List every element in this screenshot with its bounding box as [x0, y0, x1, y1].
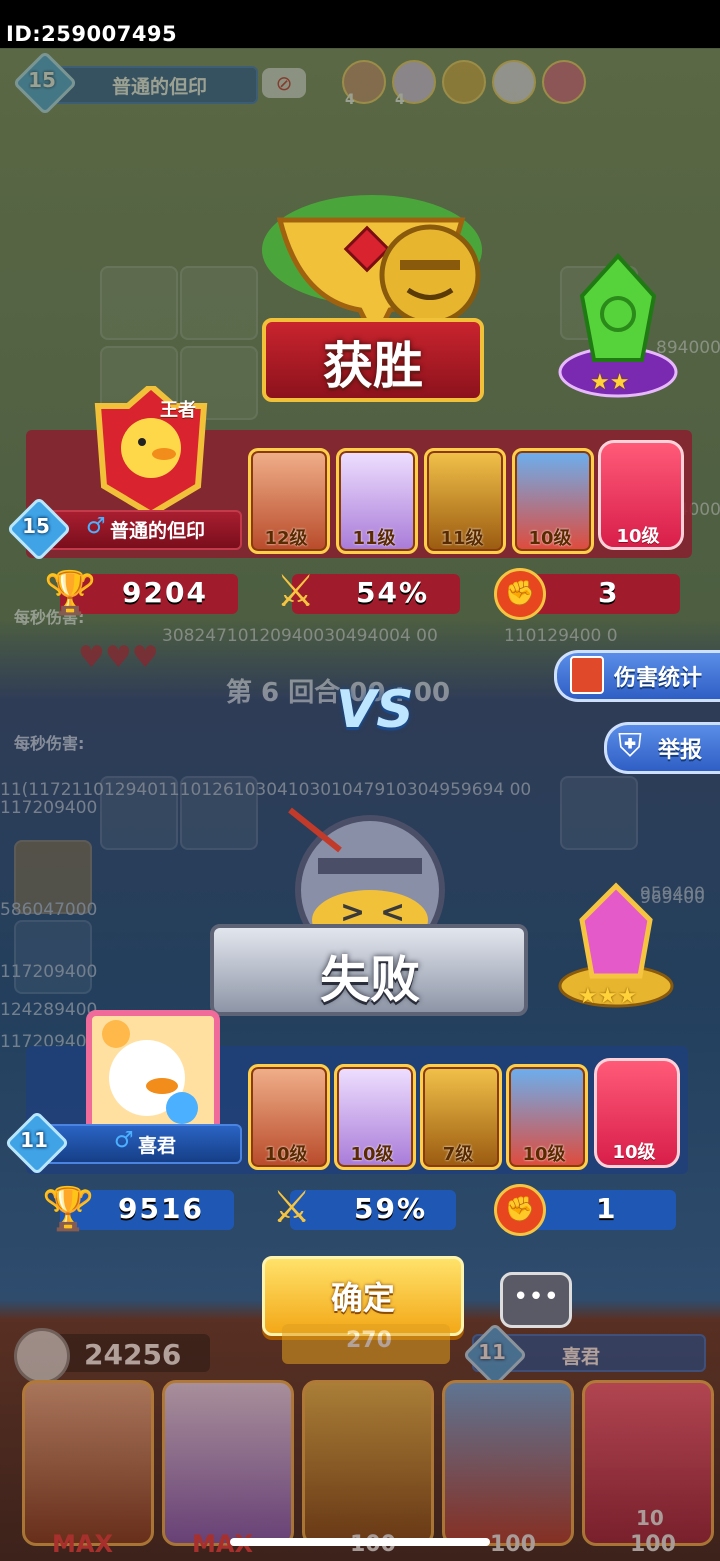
hero-level: 10级 [350, 1144, 394, 1165]
defeat-title: 失败 [320, 951, 420, 1009]
opponent-level: 11 [478, 1340, 506, 1364]
loser-winrate: 59% [354, 1192, 428, 1225]
hero-level: 10级 [612, 1142, 656, 1163]
bottom-hud: 24256 270 11 喜君 MAX MAX 100 100 100 10 [0, 1320, 720, 1561]
swords-icon: ⚔ [272, 1182, 312, 1233]
confirm-label: 确定 [330, 1279, 395, 1317]
gem-stars: ★★ [590, 370, 630, 395]
shield-icon: ⛨ [618, 726, 643, 764]
winner-trophies: 9204 [122, 576, 208, 609]
hero-level: 7级 [442, 1144, 474, 1165]
hero-level: 10级 [264, 1144, 308, 1165]
deck-card [22, 1380, 154, 1546]
card-cost: 100 [490, 1532, 536, 1557]
fist-badge-icon: ✊ [494, 1184, 546, 1236]
vs-label: VS [336, 680, 414, 740]
loser-wins: 1 [596, 1192, 618, 1225]
player-id-label: ID:259007495 [6, 22, 178, 46]
report-label: 举报 [658, 738, 703, 763]
hero-level: 10级 [528, 528, 572, 549]
coin-count: 24256 [84, 1338, 182, 1371]
opponent-name: 喜君 [562, 1346, 601, 1368]
home-indicator [230, 1538, 490, 1546]
rank-badge-label: 王者 [160, 400, 196, 421]
coin-icon [14, 1328, 70, 1384]
card-badge: 10 [636, 1506, 664, 1530]
energy-count: 270 [346, 1328, 392, 1353]
trophy-icon: 🏆 [44, 568, 97, 617]
loser-name: 喜君 [138, 1135, 177, 1157]
male-icon: ♂ [86, 514, 106, 539]
deck-card [162, 1380, 294, 1546]
trophy-icon: 🏆 [42, 1184, 95, 1233]
winner-name: 普通的但印 [110, 520, 206, 542]
winner-level: 15 [22, 514, 50, 538]
winner-wins: 3 [598, 576, 620, 609]
deck-card [442, 1380, 574, 1546]
loser-trophies: 9516 [118, 1192, 204, 1225]
swords-icon: ⚔ [276, 566, 316, 617]
hero-level: 11级 [352, 528, 396, 549]
male-icon: ♂ [114, 1128, 134, 1153]
loser-level: 11 [20, 1128, 48, 1152]
damage-stats-label: 伤害统计 [614, 666, 703, 691]
card-max-tag: MAX [52, 1530, 113, 1558]
hero-level: 10级 [616, 526, 660, 547]
hero-level: 12级 [264, 528, 308, 549]
victory-title: 获胜 [323, 337, 423, 395]
winner-winrate: 54% [356, 576, 430, 609]
stats-icon [570, 656, 604, 694]
hero-level: 10级 [522, 1144, 566, 1165]
card-cost: 100 [630, 1532, 676, 1557]
gem-stars: ★★★ [578, 984, 638, 1009]
fist-badge-icon: ✊ [494, 568, 546, 620]
deck-card [302, 1380, 434, 1546]
hero-level: 11级 [440, 528, 484, 549]
